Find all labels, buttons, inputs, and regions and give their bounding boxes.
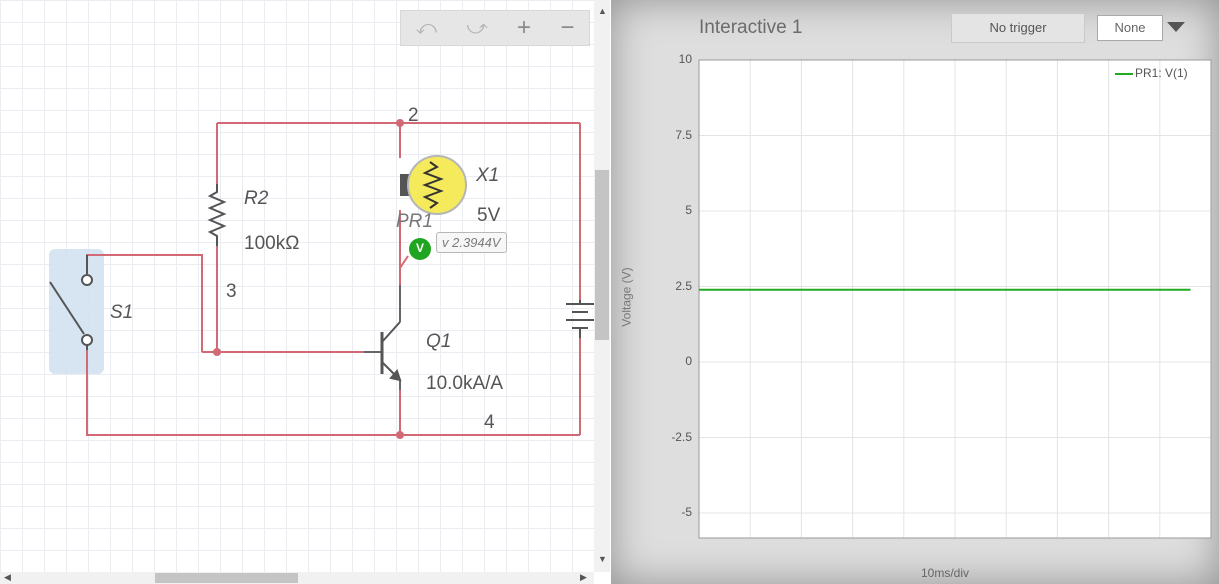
y-tick-label: 7.5 [675, 127, 692, 142]
resistor-label: R2 [244, 188, 269, 209]
zoom-in-button[interactable]: + [517, 16, 531, 40]
node-label-4: 4 [484, 412, 495, 433]
zoom-out-button[interactable]: − [560, 16, 574, 40]
switch-label: S1 [110, 302, 134, 323]
transistor-q1[interactable] [380, 321, 402, 382]
y-axis-label: Voltage (V) [619, 267, 634, 327]
schematic-canvas[interactable]: ⤺ ⤻ + − 2 X1 5V R2 100kΩ PR1 3 S1 Q1 10.… [0, 0, 594, 572]
probe-reading-tooltip: v 2.3944V [436, 232, 507, 253]
wires [86, 122, 581, 436]
legend-label: PR1: V(1) [1135, 66, 1188, 80]
resistor-r2[interactable] [207, 184, 227, 246]
vertical-scroll-thumb[interactable] [595, 170, 609, 340]
y-tick-label: 2.5 [675, 278, 692, 293]
scroll-left-arrow-icon[interactable]: ◀ [4, 572, 11, 583]
y-tick-label: 10 [678, 52, 692, 66]
chart-svg [698, 59, 1212, 539]
probe-label: PR1 [396, 211, 433, 232]
resistor-value: 100kΩ [244, 233, 300, 254]
lamp-label: X1 [476, 165, 500, 186]
redo-button[interactable]: ⤻ [466, 18, 487, 38]
oscilloscope-panel: Interactive 1 No trigger None 10 7.5 5 2.5 0… [611, 0, 1219, 584]
node-label-3: 3 [226, 281, 237, 302]
y-tick-label: -2.5 [671, 429, 692, 444]
schematic-toolbar: ⤺ ⤻ + − [400, 10, 590, 46]
transistor-value: 10.0kA/A [426, 373, 504, 394]
horizontal-scrollbar[interactable]: ◀ ▶ [0, 572, 594, 584]
horizontal-scroll-thumb[interactable] [155, 573, 298, 583]
x-axis-label: 10ms/div [921, 566, 970, 580]
undo-button[interactable]: ⤺ [416, 18, 437, 38]
vertical-scrollbar[interactable]: ▲ ▼ [594, 0, 610, 572]
transistor-label: Q1 [426, 331, 452, 352]
y-tick-label: -5 [681, 505, 692, 519]
switch-highlight [49, 249, 104, 374]
lamp-x1[interactable] [400, 155, 467, 215]
scroll-up-arrow-icon[interactable]: ▲ [598, 6, 607, 16]
y-tick-label: 5 [685, 203, 692, 217]
probe-badge: V [415, 241, 424, 255]
y-tick-label: 0 [685, 354, 692, 368]
lamp-value: 5V [477, 205, 501, 226]
legend-swatch [1115, 72, 1133, 75]
chart-legend: PR1: V(1) [1115, 66, 1188, 80]
battery-x1[interactable] [566, 300, 594, 338]
scroll-right-arrow-icon[interactable]: ▶ [580, 572, 587, 583]
circuit-diagram [49, 119, 594, 439]
node-label-2: 2 [408, 105, 419, 126]
junctions [213, 119, 404, 439]
scroll-down-arrow-icon[interactable]: ▼ [598, 554, 607, 564]
